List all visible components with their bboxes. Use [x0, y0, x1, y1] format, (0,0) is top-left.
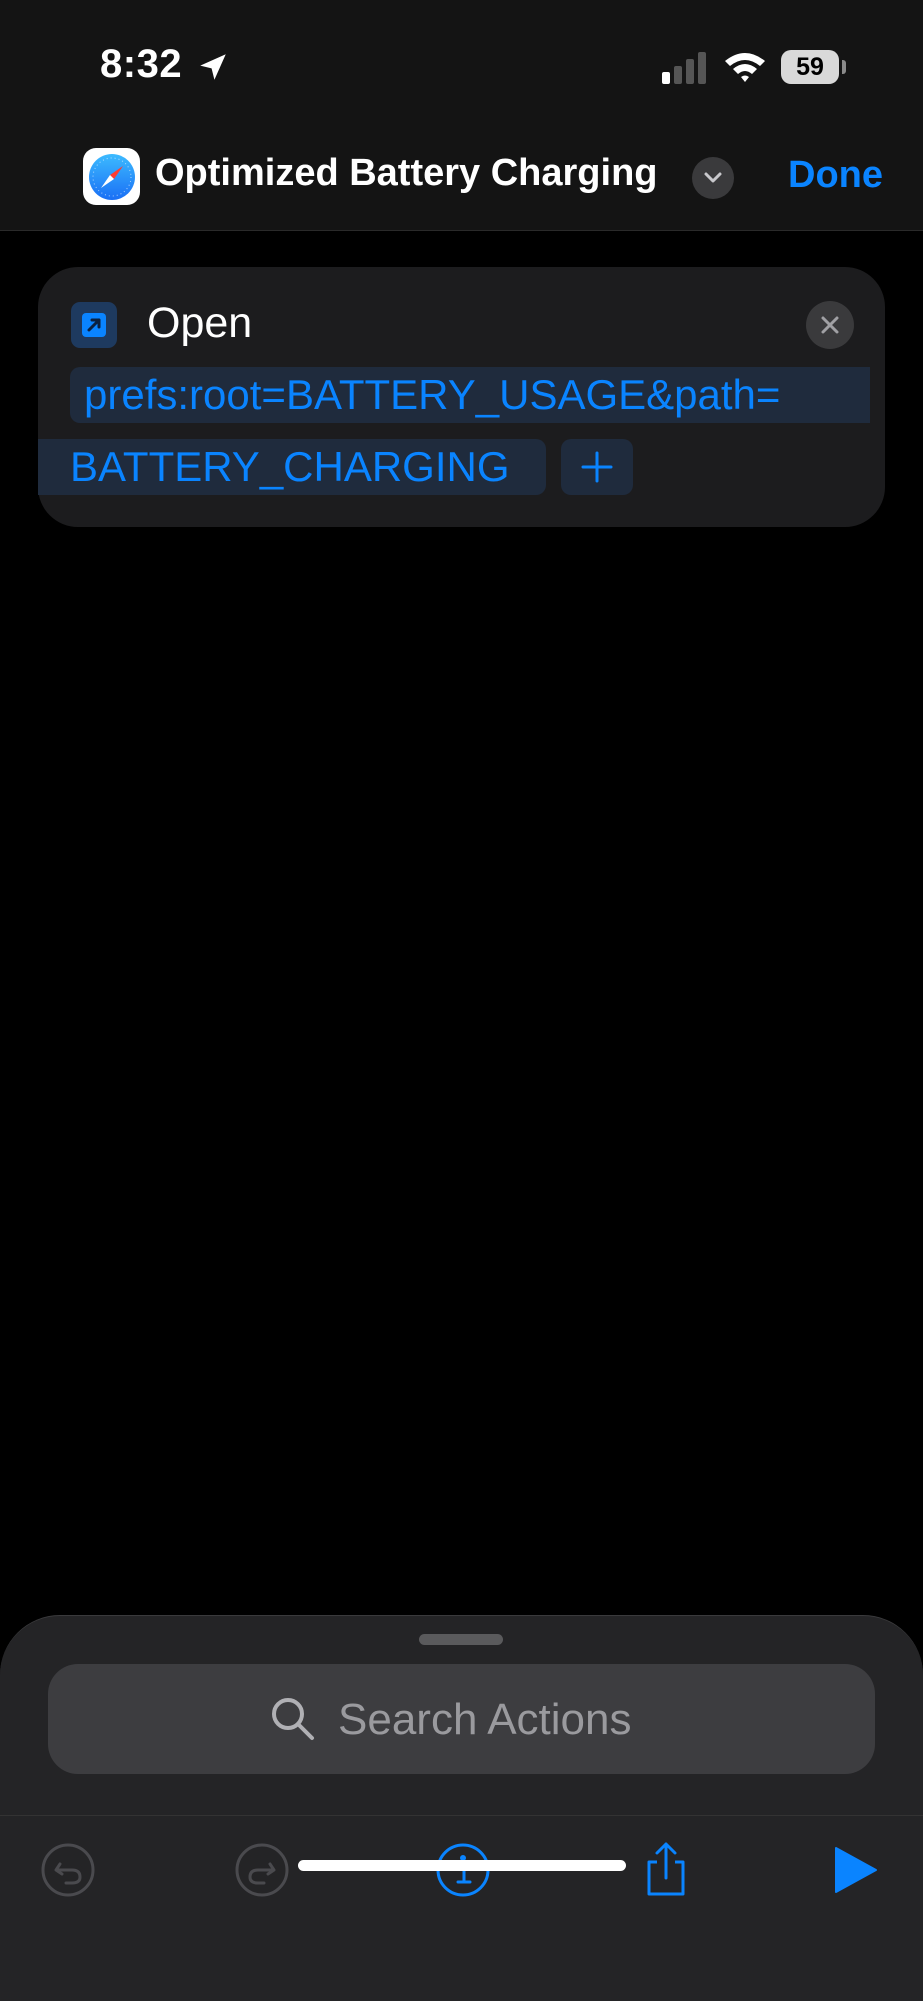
remove-action-button[interactable] — [806, 301, 854, 349]
url-parameter-token-continued[interactable]: BATTERY_CHARGING — [38, 439, 546, 495]
plus-icon — [581, 451, 613, 483]
battery-level: 59 — [796, 52, 824, 81]
battery-icon: 59 — [781, 50, 839, 84]
battery-cap — [842, 60, 846, 74]
play-icon[interactable] — [824, 1840, 884, 1900]
share-icon[interactable] — [636, 1840, 696, 1900]
search-actions-field[interactable]: Search Actions — [48, 1664, 875, 1774]
status-bar: 8:32 59 — [0, 0, 923, 130]
url-text-line1: prefs:root=BATTERY_USAGE&path= — [84, 371, 781, 418]
nav-bar: Optimized Battery Charging Done — [0, 130, 923, 231]
cellular-signal-icon — [662, 52, 706, 84]
close-x-icon — [821, 316, 839, 334]
search-placeholder: Search Actions — [338, 1695, 632, 1744]
action-label: Open — [147, 299, 253, 347]
safari-compass-icon — [88, 153, 135, 200]
open-url-action-card[interactable]: Open prefs:root=BATTERY_USAGE&path= BATT… — [38, 267, 885, 527]
redo-icon[interactable] — [232, 1840, 292, 1900]
location-arrow-icon — [200, 54, 226, 80]
shortcut-title[interactable]: Optimized Battery Charging — [155, 152, 658, 195]
home-indicator — [298, 1860, 626, 1871]
title-menu-button[interactable] — [692, 157, 734, 199]
shortcut-app-icon[interactable] — [83, 148, 140, 205]
undo-icon[interactable] — [38, 1840, 98, 1900]
url-text-line2: BATTERY_CHARGING — [70, 443, 510, 490]
sheet-grabber[interactable] — [419, 1634, 503, 1645]
actions-bottom-sheet: Search Actions — [0, 1615, 923, 1816]
editor-toolbar — [0, 1815, 923, 2001]
open-url-arrow-icon — [71, 302, 117, 348]
search-icon — [272, 1698, 314, 1740]
done-button[interactable]: Done — [788, 154, 883, 197]
wifi-icon — [725, 53, 765, 82]
status-time: 8:32 — [100, 42, 183, 86]
chevron-down-icon — [704, 172, 722, 183]
url-parameter-token[interactable]: prefs:root=BATTERY_USAGE&path= — [70, 367, 870, 423]
add-variable-button[interactable] — [561, 439, 633, 495]
